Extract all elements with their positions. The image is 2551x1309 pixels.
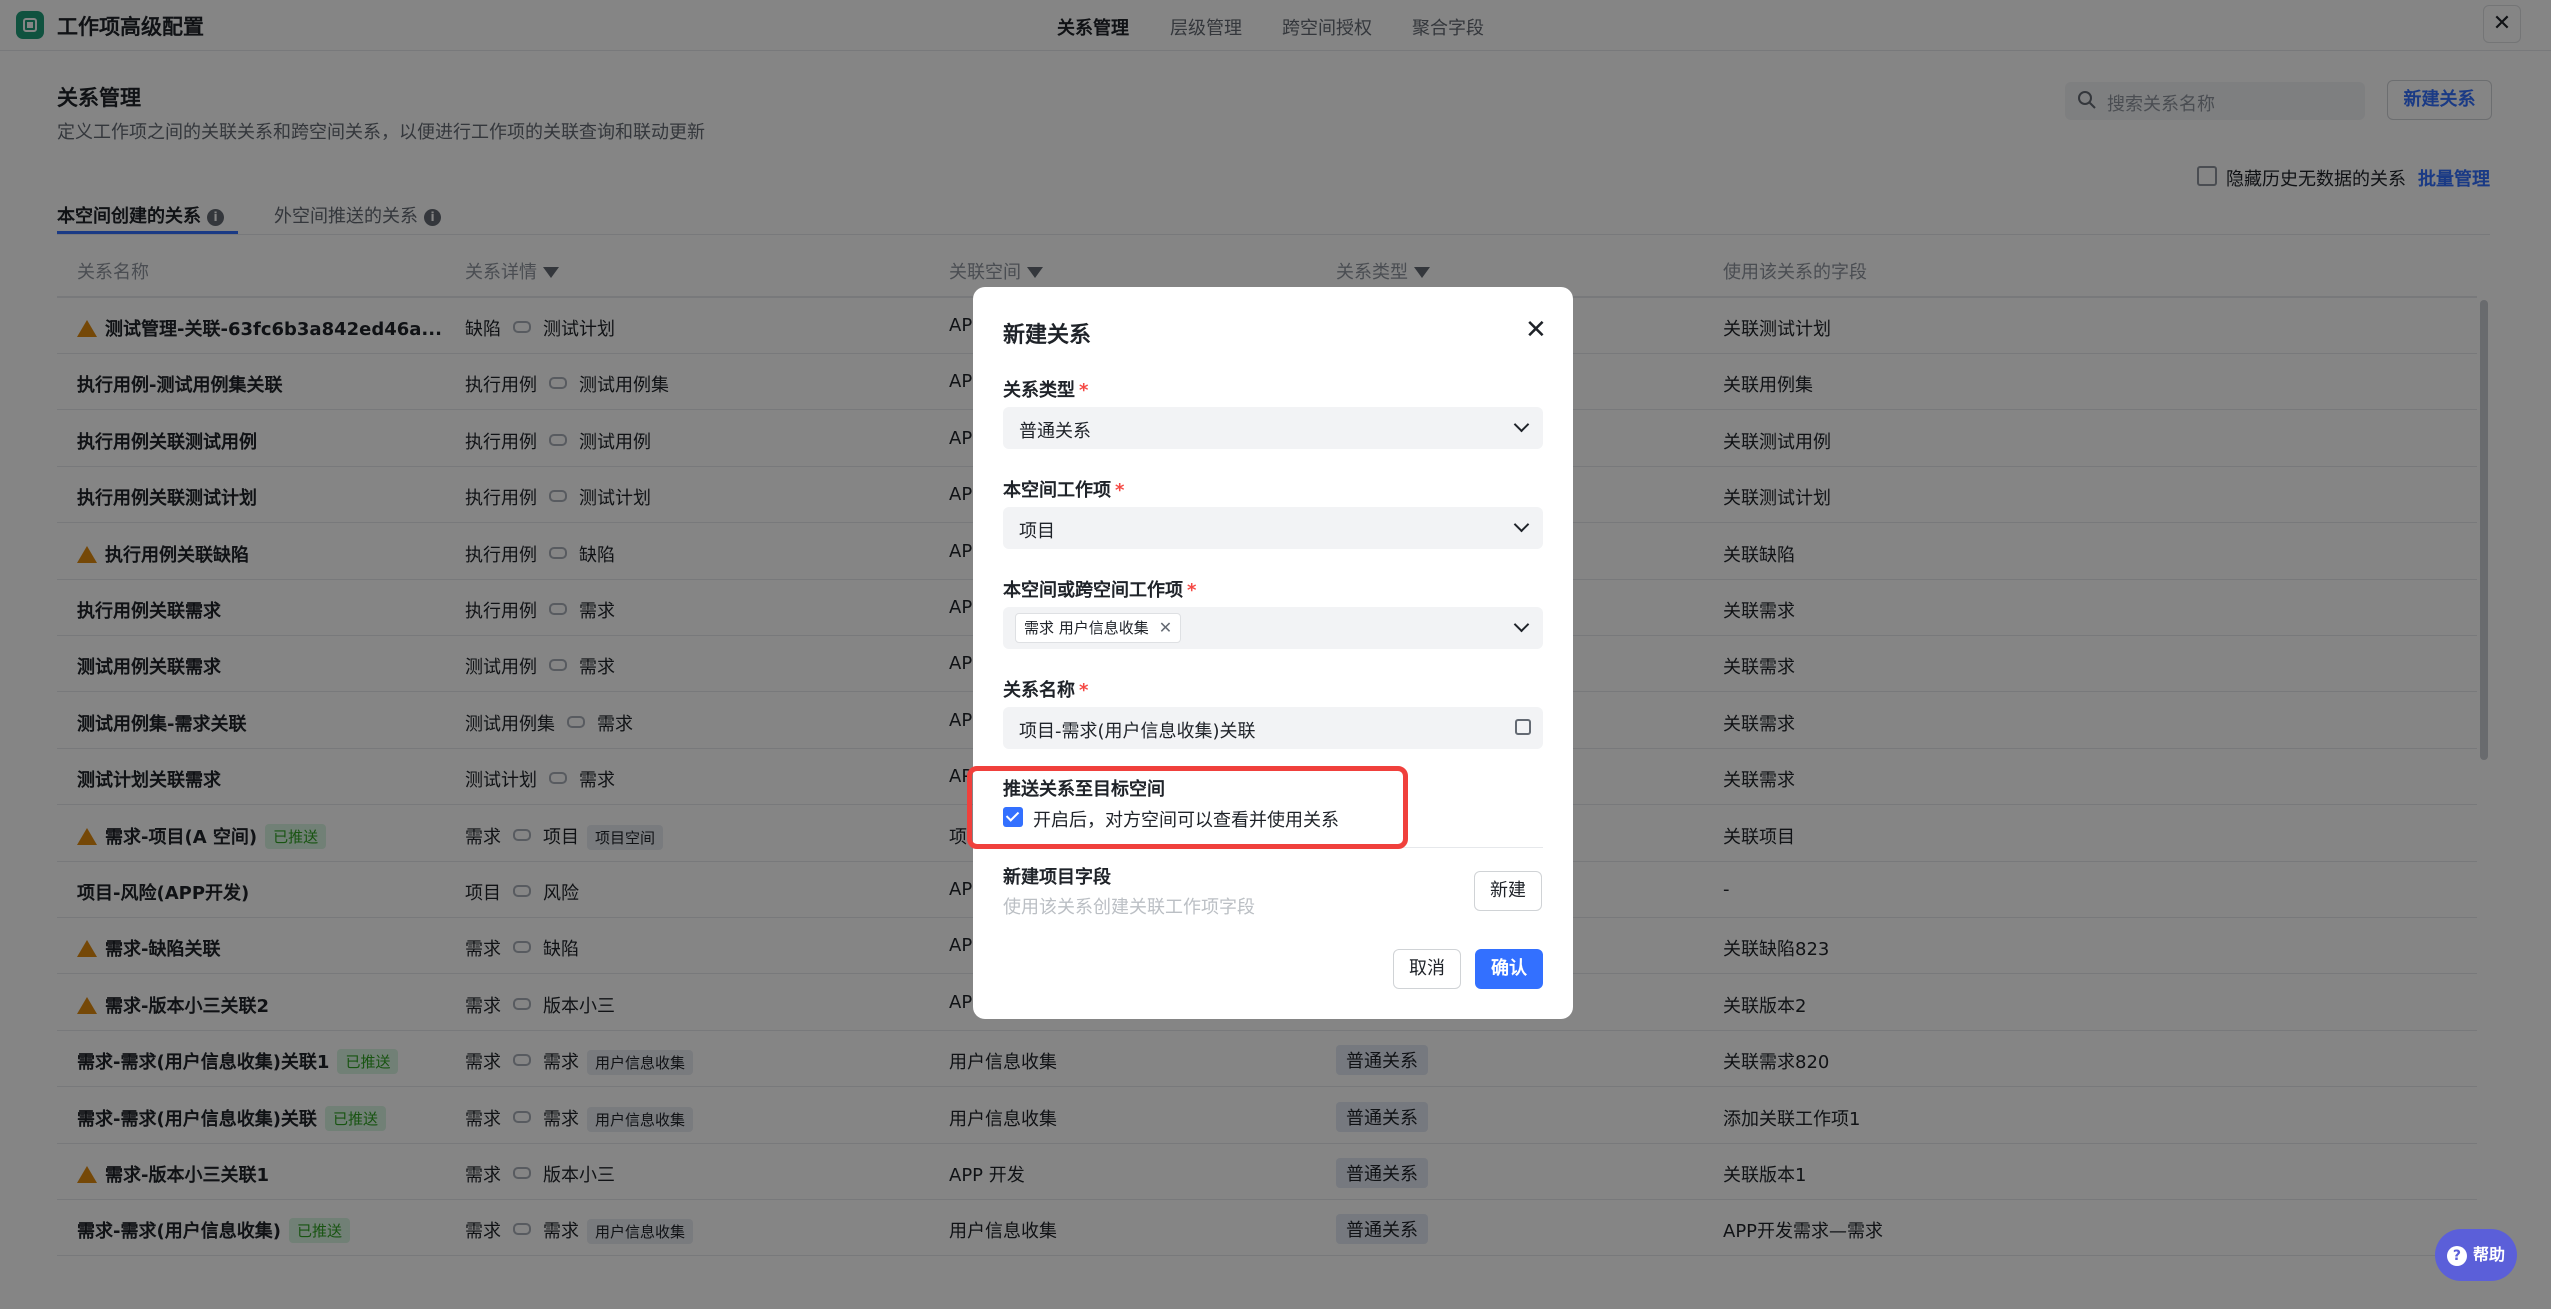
local-item-select[interactable]: 项目 <box>1003 507 1543 549</box>
new-relation-dialog: 新建关系 ✕ 关系类型 * 普通关系 本空间工作项 * 项目 本空间或跨空间工作项 *… <box>973 287 1573 1019</box>
help-button[interactable]: ? 帮助 <box>2435 1229 2517 1281</box>
new-field-button[interactable]: 新建 <box>1474 871 1542 911</box>
required-mark: * <box>1187 580 1197 601</box>
dialog-close-icon[interactable]: ✕ <box>1525 315 1547 345</box>
confirm-button[interactable]: 确认 <box>1475 949 1543 989</box>
chip-label: 需求 用户信息收集 <box>1024 619 1149 637</box>
required-mark: * <box>1079 380 1089 401</box>
relation-name-input[interactable]: 项目-需求(用户信息收集)关联 <box>1003 707 1543 749</box>
highlight-annotation-box <box>967 766 1408 849</box>
relation-type-label: 关系类型 * <box>1003 376 1088 402</box>
label-text: 本空间或跨空间工作项 <box>1003 580 1183 601</box>
required-mark: * <box>1115 480 1125 501</box>
new-field-description: 使用该关系创建关联工作项字段 <box>1003 897 1255 918</box>
edit-icon[interactable] <box>1515 719 1531 735</box>
chevron-down-icon <box>1513 616 1530 633</box>
remove-chip-icon[interactable]: ✕ <box>1159 618 1172 637</box>
help-label: 帮助 <box>2472 1245 2505 1264</box>
select-value: 项目 <box>1019 521 1055 542</box>
local-item-label: 本空间工作项 * <box>1003 476 1124 502</box>
cancel-button[interactable]: 取消 <box>1393 949 1461 989</box>
relation-name-label: 关系名称 * <box>1003 676 1088 702</box>
select-value: 普通关系 <box>1019 421 1091 442</box>
label-text: 本空间工作项 <box>1003 480 1111 501</box>
selected-item-chip: 需求 用户信息收集 ✕ <box>1015 613 1182 643</box>
target-item-label: 本空间或跨空间工作项 * <box>1003 576 1196 602</box>
label-text: 关系名称 <box>1003 680 1075 701</box>
new-field-title: 新建项目字段 <box>1003 867 1111 888</box>
chevron-down-icon <box>1513 416 1530 433</box>
label-text: 关系类型 <box>1003 380 1075 401</box>
relation-type-select[interactable]: 普通关系 <box>1003 407 1543 449</box>
dialog-title: 新建关系 <box>1003 323 1092 348</box>
help-icon: ? <box>2446 1246 2467 1266</box>
required-mark: * <box>1079 680 1089 701</box>
input-value: 项目-需求(用户信息收集)关联 <box>1019 721 1256 742</box>
chevron-down-icon <box>1513 516 1530 533</box>
target-item-select[interactable]: 需求 用户信息收集 ✕ <box>1003 607 1543 649</box>
